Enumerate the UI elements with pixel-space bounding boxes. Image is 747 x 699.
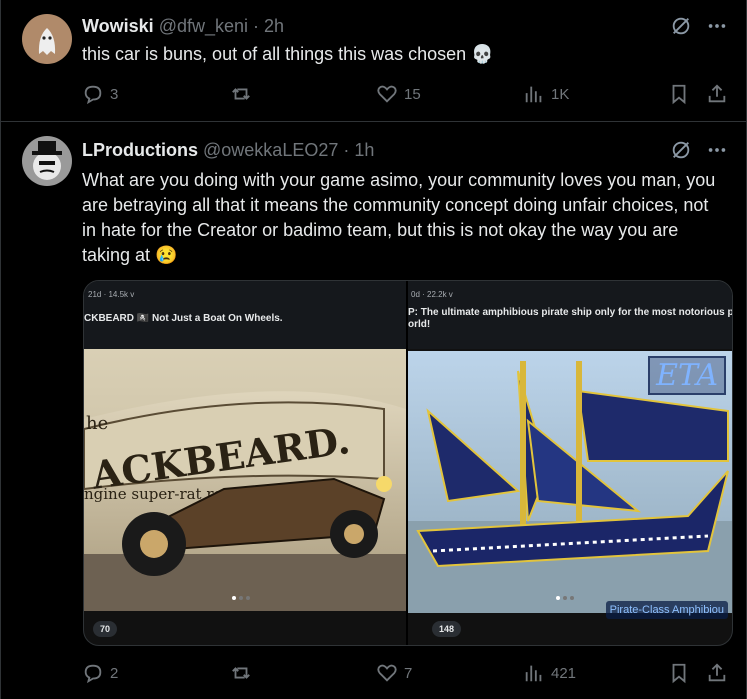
like-count: 7 xyxy=(404,664,413,682)
avatar-hat-man-image xyxy=(22,136,72,186)
post-media[interactable]: 21d · 14.5k v CKBEARD 🏴‍☠️ Not Just a Bo… xyxy=(83,280,733,646)
grok-icon[interactable] xyxy=(670,15,692,37)
grok-icon[interactable] xyxy=(670,139,692,161)
post-text: What are you doing with your game asimo,… xyxy=(82,168,726,268)
author-name[interactable]: LProductions xyxy=(82,140,198,160)
media-image-left[interactable]: 21d · 14.5k v CKBEARD 🏴‍☠️ Not Just a Bo… xyxy=(84,281,406,645)
media-image-right[interactable]: 0d · 22.2k v P: The ultimate amphibious … xyxy=(408,281,732,645)
repost-icon xyxy=(232,667,250,679)
view-count: 421 xyxy=(551,664,577,682)
bookmark-button[interactable] xyxy=(668,662,690,684)
post-text: this car is buns, out of all things this… xyxy=(82,42,726,67)
repost-button[interactable] xyxy=(230,83,252,105)
post-text-content: this car is buns, out of all things this… xyxy=(82,44,467,64)
reply-button[interactable]: 3 xyxy=(82,83,118,105)
post-lproductions[interactable]: LProductions @owekkaLEO27 · 1h What are … xyxy=(1,122,746,699)
ship-class-label: Pirate-Class Amphibiou xyxy=(605,601,728,619)
repost-button[interactable] xyxy=(230,662,252,684)
post-header-icons xyxy=(670,15,728,37)
post-wowiski[interactable]: Wowiski @dfw_keni · 2h this car is buns,… xyxy=(1,0,746,122)
media-caption-line1: P: The ultimate amphibious pirate ship o… xyxy=(408,307,732,318)
share-button[interactable] xyxy=(706,662,728,684)
post-header-icons xyxy=(670,139,728,161)
heart-icon xyxy=(377,664,397,682)
like-button[interactable]: 15 xyxy=(376,83,421,105)
media-caption-line2: orld! xyxy=(408,319,431,330)
author-name[interactable]: Wowiski xyxy=(82,16,154,36)
eta-logo: ETA xyxy=(648,356,726,395)
share-icon xyxy=(708,663,726,682)
media-badge: 70 xyxy=(93,621,118,637)
post-actions: 2 7 421 xyxy=(82,662,728,686)
post-header: LProductions @owekkaLEO27 · 1h xyxy=(82,140,374,161)
rat-rod-image: he ACKBEARD. ngine super-rat rod. xyxy=(84,349,406,611)
media-meta: 21d · 14.5k v xyxy=(88,290,135,299)
avatar[interactable] xyxy=(22,14,72,64)
bookmark-icon xyxy=(672,84,686,105)
more-icon[interactable] xyxy=(706,139,728,161)
skull-emoji: 💀 xyxy=(471,44,494,64)
post-time[interactable]: · 1h xyxy=(343,140,374,160)
author-handle[interactable]: @owekkaLEO27 xyxy=(203,140,338,160)
reply-count: 3 xyxy=(110,85,119,103)
views-button[interactable]: 1K xyxy=(523,83,569,105)
reply-icon xyxy=(84,85,102,105)
views-button[interactable]: 421 xyxy=(523,662,576,684)
like-count: 15 xyxy=(404,85,421,103)
share-button[interactable] xyxy=(706,83,728,105)
carousel-dots xyxy=(556,596,574,600)
author-handle[interactable]: @dfw_keni xyxy=(159,16,248,36)
sign-prefix-text: he xyxy=(86,413,108,434)
repost-icon xyxy=(232,88,250,100)
heart-icon xyxy=(377,85,397,103)
reply-count: 2 xyxy=(110,664,119,682)
media-meta: 0d · 22.2k v xyxy=(411,290,453,299)
views-icon xyxy=(525,86,542,103)
more-icon[interactable] xyxy=(706,15,728,37)
avatar-ghost-image xyxy=(22,14,72,64)
post-header: Wowiski @dfw_keni · 2h xyxy=(82,16,284,37)
like-button[interactable]: 7 xyxy=(376,662,412,684)
bookmark-icon xyxy=(672,663,686,684)
media-badge: 148 xyxy=(432,621,462,637)
media-caption: P: The ultimate amphibious pirate ship o… xyxy=(408,307,732,331)
avatar[interactable] xyxy=(22,136,72,186)
crying-emoji: 😢 xyxy=(155,245,178,265)
bookmark-button[interactable] xyxy=(668,83,690,105)
media-caption: CKBEARD 🏴‍☠️ Not Just a Boat On Wheels. xyxy=(84,313,283,324)
views-icon xyxy=(525,665,542,682)
view-count: 1K xyxy=(551,85,570,103)
reply-icon xyxy=(84,664,102,684)
post-time[interactable]: · 2h xyxy=(253,16,284,36)
post-actions: 3 15 1K xyxy=(82,83,728,107)
share-icon xyxy=(708,84,726,103)
reply-button[interactable]: 2 xyxy=(82,662,118,684)
carousel-dots xyxy=(232,596,250,600)
media-divider xyxy=(406,281,408,645)
